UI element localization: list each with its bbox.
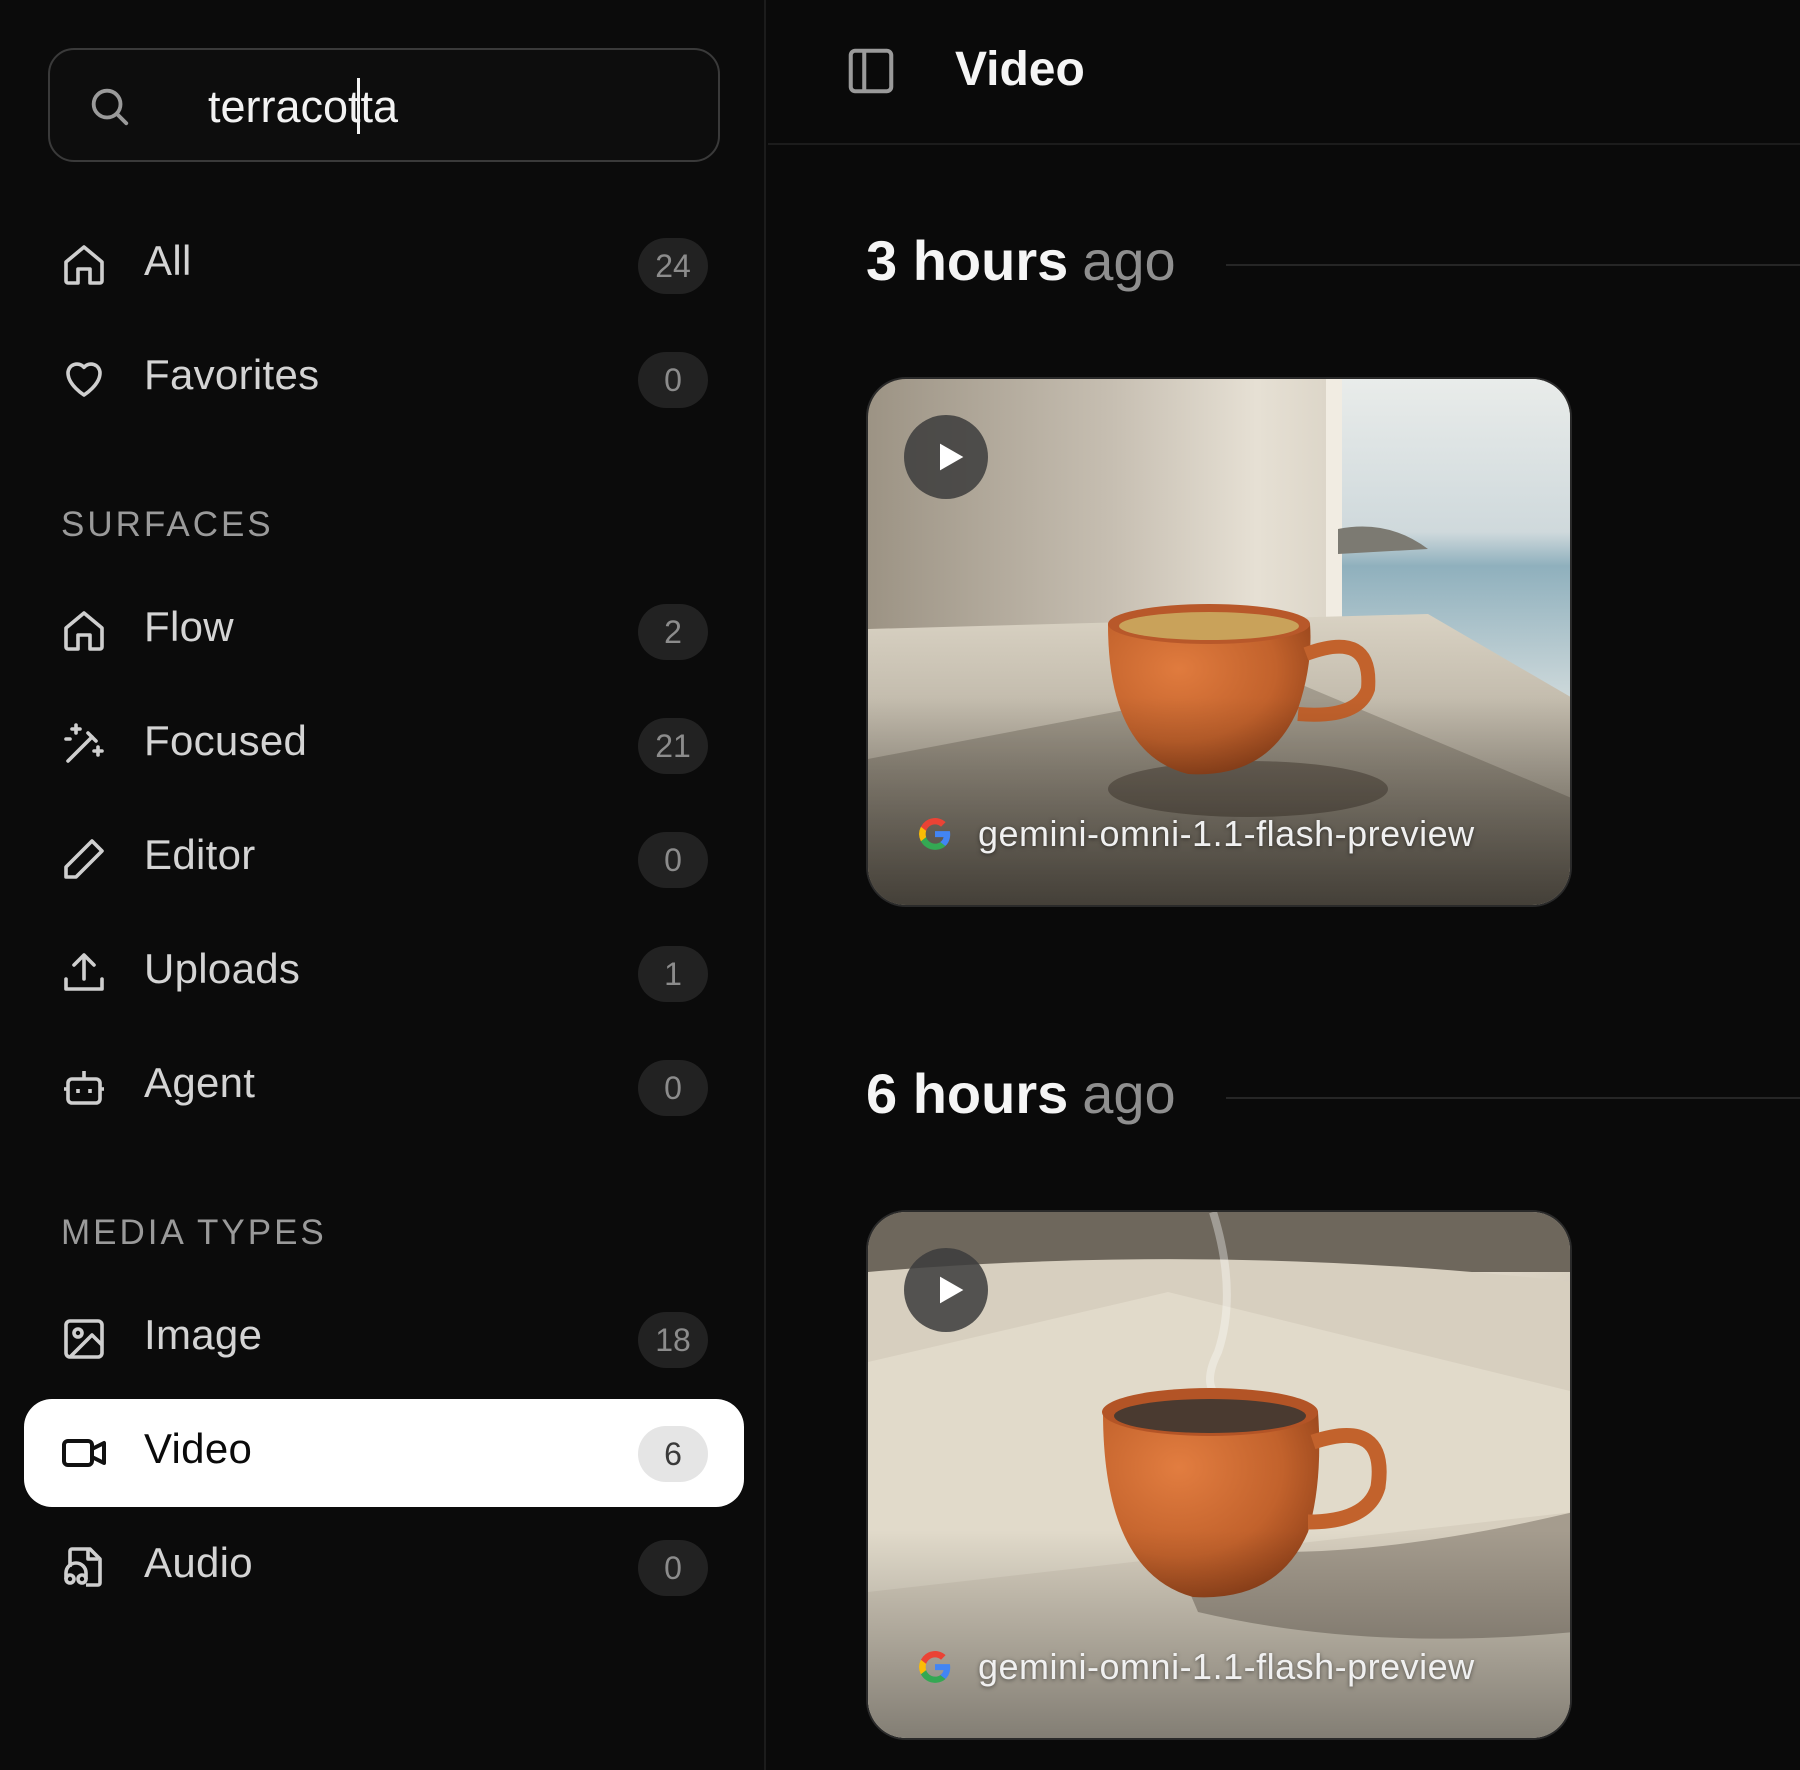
home-icon — [64, 611, 104, 651]
robot-icon — [64, 1071, 104, 1105]
count-badge: 21 — [638, 718, 708, 774]
video-card[interactable]: gemini-omni-1.1-flash-preview — [866, 377, 1572, 907]
time-group-suffix: ago — [1082, 1062, 1176, 1125]
model-name: gemini-omni-1.1-flash-preview — [978, 1646, 1475, 1687]
play-button[interactable] — [904, 1248, 988, 1332]
google-icon — [919, 818, 951, 850]
sidebar-item-audio[interactable]: Audio 0 — [24, 1513, 744, 1621]
divider — [1226, 264, 1800, 266]
sidebar-item-editor[interactable]: Editor 0 — [24, 805, 744, 913]
play-button[interactable] — [904, 415, 988, 499]
divider — [1226, 1097, 1800, 1099]
count-badge: 0 — [638, 1540, 708, 1596]
video-card[interactable]: gemini-omni-1.1-flash-preview — [866, 1210, 1572, 1740]
pencil-icon — [64, 839, 104, 879]
sidebar-item-label: Video — [144, 1425, 253, 1472]
sidebar-item-all[interactable]: All 24 — [24, 211, 744, 319]
sidebar-toggle-icon[interactable] — [844, 44, 898, 98]
sidebar-item-label: Audio — [144, 1539, 253, 1586]
section-label-surfaces: SURFACES — [61, 505, 274, 544]
page-title: Video — [955, 43, 1085, 96]
play-icon — [940, 1276, 964, 1304]
upload-icon — [64, 953, 104, 991]
sidebar-item-image[interactable]: Image 18 — [24, 1285, 744, 1393]
time-group-label: 6 hours — [866, 1062, 1069, 1125]
sidebar-item-label: Uploads — [144, 945, 301, 992]
magic-wand-icon — [64, 723, 104, 763]
sidebar-item-label: Focused — [144, 717, 308, 764]
sidebar-item-favorites[interactable]: Favorites 0 — [24, 325, 744, 433]
count-badge: 24 — [638, 238, 708, 294]
count-badge: 0 — [638, 1060, 708, 1116]
play-icon — [940, 443, 964, 471]
heart-icon — [66, 362, 102, 397]
main-header: Video — [768, 0, 1800, 145]
home-icon — [64, 245, 104, 285]
sidebar-item-label: Agent — [144, 1059, 256, 1106]
count-badge: 6 — [638, 1426, 708, 1482]
image-icon — [64, 1319, 104, 1359]
search-box[interactable] — [48, 48, 720, 162]
model-label: gemini-omni-1.1-flash-preview — [916, 1646, 1475, 1688]
sidebar-item-focused[interactable]: Focused 21 — [24, 691, 744, 799]
sidebar-item-flow[interactable]: Flow 2 — [24, 577, 744, 685]
time-group-label: 3 hours — [866, 229, 1069, 292]
model-name: gemini-omni-1.1-flash-preview — [978, 813, 1475, 854]
count-badge: 1 — [638, 946, 708, 1002]
google-icon — [919, 1651, 951, 1683]
count-badge: 0 — [638, 832, 708, 888]
sidebar-item-label: Editor — [144, 831, 256, 878]
sidebar-item-agent[interactable]: Agent 0 — [24, 1033, 744, 1141]
text-cursor — [357, 78, 360, 134]
sidebar-item-uploads[interactable]: Uploads 1 — [24, 919, 744, 1027]
video-icon — [62, 1439, 106, 1467]
model-label: gemini-omni-1.1-flash-preview — [916, 813, 1475, 855]
sidebar-item-video[interactable]: Video 6 — [24, 1399, 744, 1507]
sidebar-item-label: All — [144, 237, 192, 284]
time-group-suffix: ago — [1082, 229, 1176, 292]
sidebar-item-label: Flow — [144, 603, 234, 650]
sidebar-item-label: Favorites — [144, 351, 320, 398]
sidebar-item-label: Image — [144, 1311, 263, 1358]
audio-file-icon — [64, 1547, 102, 1587]
search-icon — [91, 88, 129, 126]
time-group-header: 6 hours ago — [866, 1061, 1800, 1131]
count-badge: 2 — [638, 604, 708, 660]
count-badge: 18 — [638, 1312, 708, 1368]
sidebar: All 24 Favorites 0 SURFACES Flow 2 Focus… — [0, 0, 766, 1770]
count-badge: 0 — [638, 352, 708, 408]
time-group-header: 3 hours ago — [866, 228, 1800, 298]
search-input[interactable] — [208, 80, 688, 134]
section-label-media-types: MEDIA TYPES — [61, 1213, 327, 1252]
